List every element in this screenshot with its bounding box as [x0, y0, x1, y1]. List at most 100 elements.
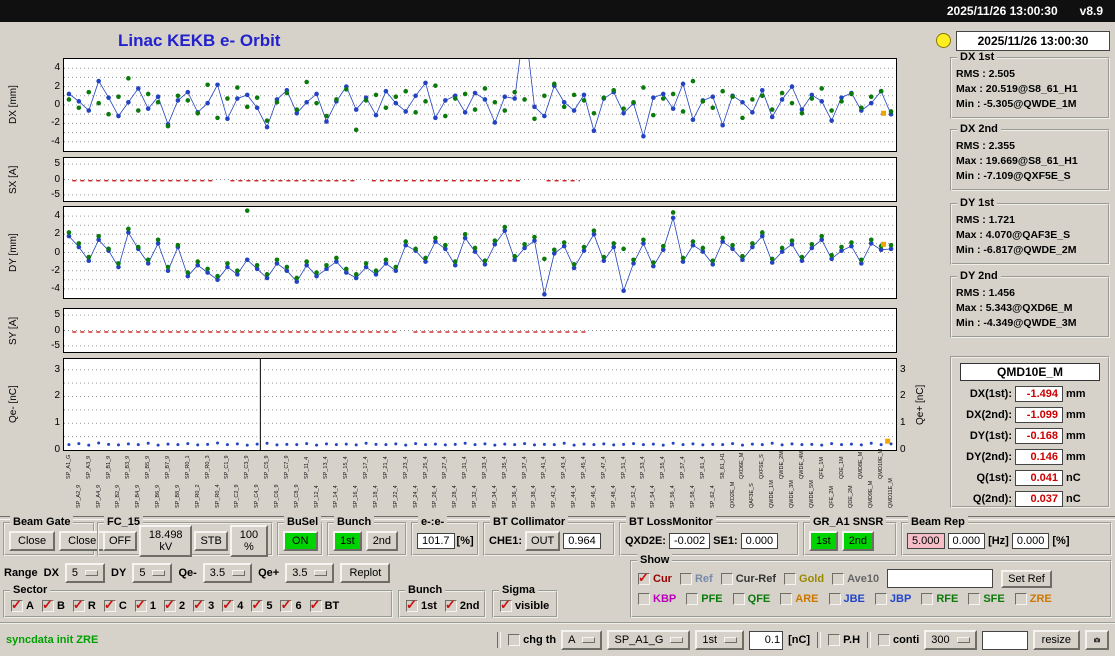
- checkbox-box[interactable]: [222, 597, 235, 613]
- conti-checkbox[interactable]: conti: [878, 634, 919, 646]
- titlebar: 2025/11/26 13:00:30 v8.9: [0, 0, 1115, 22]
- fc15-off-button[interactable]: OFF: [103, 531, 137, 551]
- checkbox-box[interactable]: [163, 597, 176, 613]
- checkbox-ave10[interactable]: Ave10: [832, 572, 879, 585]
- checkbox-box[interactable]: [832, 572, 845, 585]
- bpm-label: QWDE_4M: [798, 451, 805, 479]
- bpm-label: QXD2E_M: [729, 481, 736, 508]
- checkbox-bt[interactable]: BT: [309, 597, 339, 613]
- checkbox-box[interactable]: [41, 597, 54, 613]
- checkbox-a[interactable]: A: [11, 597, 34, 613]
- bunch-number-select[interactable]: 1st: [695, 630, 745, 650]
- checkbox-gold[interactable]: Gold: [784, 572, 824, 585]
- ph-checkbox[interactable]: P.H: [828, 634, 860, 646]
- checkbox-box[interactable]: [72, 597, 85, 613]
- che1-out-button[interactable]: OUT: [525, 531, 561, 551]
- checkbox-box[interactable]: [780, 593, 793, 605]
- chg-th-checkbox-box[interactable]: [508, 634, 521, 646]
- set-ref-button[interactable]: Set Ref: [1001, 569, 1052, 588]
- checkbox-visible[interactable]: visible: [500, 597, 549, 613]
- checkbox-cur-ref[interactable]: Cur-Ref: [720, 572, 776, 585]
- ref-name-input[interactable]: [887, 569, 994, 588]
- checkbox-box[interactable]: [11, 597, 23, 613]
- range-qe-minus-select[interactable]: 3.5: [202, 563, 253, 583]
- checkbox-r[interactable]: R: [72, 597, 96, 613]
- checkbox-qfe[interactable]: QFE: [732, 593, 770, 605]
- screenshot-button[interactable]: [1085, 630, 1109, 650]
- checkbox-box[interactable]: [921, 593, 934, 605]
- checkbox-box[interactable]: [500, 597, 512, 613]
- bpm-label: QXF5E_S: [759, 454, 766, 479]
- titlebar-version: v8.9: [1079, 4, 1103, 18]
- checkbox-are[interactable]: ARE: [780, 593, 819, 605]
- checkbox-jbp[interactable]: JBP: [874, 593, 911, 605]
- stat-min: Min : -4.349@QWDE_3M: [956, 317, 1077, 329]
- checkbox-1[interactable]: 1: [134, 597, 156, 613]
- checkbox-box[interactable]: [193, 597, 206, 613]
- checkbox-box[interactable]: [638, 593, 650, 605]
- checkbox-box[interactable]: [134, 597, 147, 613]
- chg-th-checkbox[interactable]: chg th: [508, 634, 556, 646]
- checkbox-box[interactable]: [1014, 593, 1027, 605]
- bpm-select[interactable]: SP_A1_G: [607, 630, 691, 650]
- checkbox-label: B: [56, 600, 65, 612]
- bpm-label: SP_46_4: [590, 485, 597, 508]
- sector-select-value: A: [568, 634, 576, 646]
- bpm-label: SP_A4_9: [95, 484, 102, 508]
- qxd2e-label: QXD2E:: [625, 535, 666, 547]
- checkbox-cur[interactable]: Cur: [638, 570, 672, 586]
- checkbox-box[interactable]: [968, 593, 981, 605]
- checkbox-box[interactable]: [103, 597, 116, 613]
- aux-input[interactable]: [981, 630, 1028, 650]
- ph-checkbox-box[interactable]: [828, 634, 841, 646]
- checkbox-box[interactable]: [406, 597, 418, 613]
- checkbox-kbp[interactable]: KBP: [638, 593, 676, 605]
- checkbox-box[interactable]: [251, 597, 264, 613]
- checkbox-jbe[interactable]: JBE: [828, 593, 865, 605]
- threshold-input[interactable]: [749, 630, 784, 650]
- conti-checkbox-box[interactable]: [878, 634, 891, 646]
- gr-snsr-2nd-button[interactable]: 2nd: [841, 531, 875, 551]
- checkbox-2nd[interactable]: 2nd: [444, 597, 479, 613]
- bunch-1st-button[interactable]: 1st: [333, 531, 362, 551]
- checkbox-5[interactable]: 5: [251, 597, 272, 613]
- checkbox-sfe[interactable]: SFE: [968, 593, 1005, 605]
- checkbox-3[interactable]: 3: [193, 597, 214, 613]
- beam-rep-legend: Beam Rep: [908, 516, 968, 528]
- replot-button[interactable]: Replot: [340, 563, 391, 583]
- checkbox-box[interactable]: [679, 572, 692, 585]
- checkbox-box[interactable]: [720, 572, 733, 585]
- range-dy-select[interactable]: 5: [132, 563, 173, 583]
- range-qe-plus-select[interactable]: 3.5: [285, 563, 335, 583]
- checkbox-4[interactable]: 4: [222, 597, 243, 613]
- checkbox-box[interactable]: [828, 593, 841, 605]
- interval-select[interactable]: 300: [924, 630, 977, 650]
- beam-gate-close-1-button[interactable]: Close: [9, 531, 56, 551]
- fc15-stb-button[interactable]: STB: [194, 531, 228, 551]
- checkbox-6[interactable]: 6: [280, 597, 302, 613]
- checkbox-zre[interactable]: ZRE: [1014, 593, 1052, 605]
- checkbox-box[interactable]: [280, 597, 293, 613]
- bpm-label: QWDE_5M: [808, 480, 815, 508]
- checkbox-box[interactable]: [686, 593, 699, 605]
- busel-on-button[interactable]: ON: [283, 531, 318, 551]
- checkbox-box[interactable]: [638, 570, 650, 586]
- range-dx-select[interactable]: 5: [64, 563, 106, 583]
- gr-snsr-1st-button[interactable]: 1st: [809, 531, 838, 551]
- checkbox-box[interactable]: [874, 593, 887, 605]
- checkbox-rfe[interactable]: RFE: [921, 593, 958, 605]
- resize-button[interactable]: resize: [1032, 630, 1080, 650]
- checkbox-b[interactable]: B: [41, 597, 65, 613]
- checkbox-ref[interactable]: Ref: [679, 572, 713, 585]
- checkbox-2[interactable]: 2: [163, 597, 185, 613]
- checkbox-box[interactable]: [309, 597, 322, 613]
- bunch-2nd-button[interactable]: 2nd: [365, 531, 399, 551]
- checkbox-box[interactable]: [444, 597, 457, 613]
- checkbox-pfe[interactable]: PFE: [686, 593, 723, 605]
- checkbox-box[interactable]: [784, 572, 797, 585]
- checkbox-c[interactable]: C: [103, 597, 127, 613]
- checkbox-box[interactable]: [732, 593, 745, 605]
- checkbox-1st[interactable]: 1st: [406, 597, 437, 613]
- charts-area: DX [mm] 4 2 0 -2 -4 SX [A] 5 0 -5 DY [mm] 4 2 0 -2 -4 SY…: [0, 0, 935, 520]
- sector-select[interactable]: A: [561, 630, 603, 650]
